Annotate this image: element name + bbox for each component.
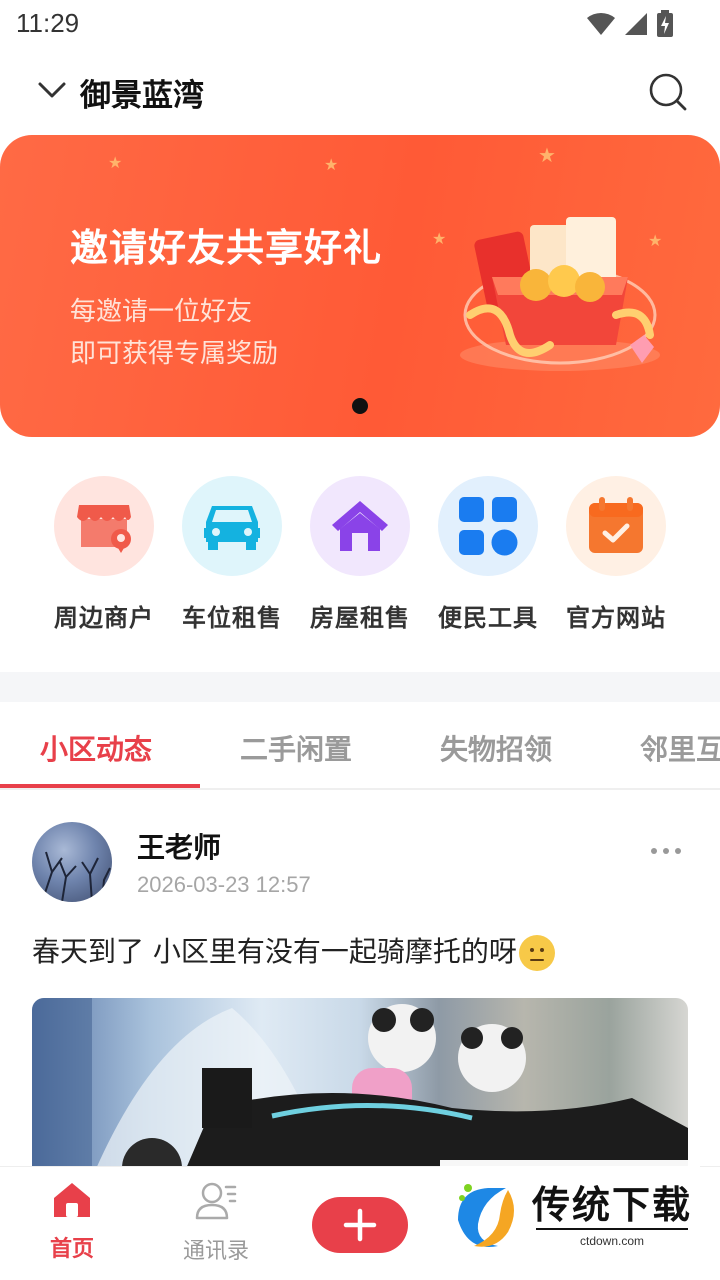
avatar-photo <box>41 851 111 902</box>
banner-subtitle: 每邀请一位好友 <box>70 297 253 327</box>
wifi-icon <box>587 12 615 35</box>
tab-lost-found[interactable]: 失物招领 <box>440 728 552 768</box>
section-divider <box>0 672 720 702</box>
grid-icon <box>459 497 518 556</box>
star-decoration: ★ <box>108 153 123 172</box>
status-time: 11:29 <box>16 8 80 38</box>
quick-action-label: 房屋租售 <box>310 604 410 632</box>
nav-home[interactable]: 首页 <box>22 1181 122 1263</box>
search-icon[interactable] <box>648 72 688 112</box>
house-icon <box>332 501 388 551</box>
quick-action-label: 官方网站 <box>566 604 666 632</box>
nav-contacts-label: 通讯录 <box>182 1239 249 1264</box>
motorcycle-photo <box>32 998 688 1178</box>
add-post-button[interactable] <box>312 1197 408 1253</box>
status-icons <box>586 10 674 38</box>
watermark-logo <box>458 1184 514 1247</box>
banner-subtitle: 即可获得专属奖励 <box>70 339 279 369</box>
carousel-indicator[interactable] <box>352 398 368 414</box>
car-icon <box>204 506 260 550</box>
tab-second-hand[interactable]: 二手闲置 <box>240 728 352 768</box>
top-header: 御景蓝湾 <box>0 52 720 132</box>
post-timestamp: 2026-03-23 12:57 <box>137 872 311 897</box>
nav-home-label: 首页 <box>49 1237 94 1262</box>
community-title[interactable]: 御景蓝湾 <box>80 70 204 115</box>
post-author[interactable]: 王老师 <box>137 826 221 866</box>
contacts-icon <box>195 1182 237 1220</box>
feed-tabs: 小区动态 二手闲置 失物招领 邻里互 <box>0 702 720 790</box>
tab-community-news[interactable]: 小区动态 <box>40 728 152 768</box>
quick-actions: 周边商户 车位租售 房屋租售 便民工具 官方网站 <box>0 476 720 636</box>
watermark: 传统下载 ctdown.com <box>440 1160 700 1264</box>
calendar-icon <box>589 497 643 553</box>
active-tab-indicator <box>0 784 200 788</box>
quick-action-housing[interactable]: 房屋租售 <box>296 476 424 633</box>
star-decoration: ★ <box>538 143 556 167</box>
store-icon <box>77 505 131 553</box>
housing-icon-circle <box>310 476 410 576</box>
more-options-icon[interactable] <box>646 836 686 866</box>
quick-action-label: 周边商户 <box>54 604 154 632</box>
quick-action-label: 便民工具 <box>438 604 538 632</box>
quick-action-merchants[interactable]: 周边商户 <box>40 476 168 633</box>
quick-action-website[interactable]: 官方网站 <box>552 476 680 633</box>
post-text: 春天到了 小区里有没有一起骑摩托的呀 <box>32 935 517 968</box>
tab-neighbor-help[interactable]: 邻里互 <box>640 728 720 768</box>
watermark-brand: 传统下载 <box>532 1183 693 1227</box>
quick-action-parking[interactable]: 车位租售 <box>168 476 296 633</box>
emoji-icon <box>518 935 555 971</box>
post-content: 春天到了 小区里有没有一起骑摩托的呀 <box>32 930 555 971</box>
banner-title: 邀请好友共享好礼 <box>70 226 383 270</box>
status-bar: 11:29 <box>0 0 720 52</box>
watermark-url: ctdown.com <box>536 1228 688 1248</box>
avatar[interactable] <box>32 822 112 902</box>
gift-box-illustration <box>460 217 660 371</box>
quick-action-label: 车位租售 <box>182 604 282 632</box>
post-photo[interactable] <box>32 998 688 1178</box>
battery-icon <box>657 10 673 37</box>
merchant-icon-circle <box>54 476 154 576</box>
tools-icon-circle <box>438 476 538 576</box>
promo-banner[interactable]: ★ ★ ★ ★ ★ 邀请好友共享好礼 每邀请一位好友 即可获得专属奖励 <box>0 135 720 437</box>
parking-icon-circle <box>182 476 282 576</box>
nav-contacts[interactable]: 通讯录 <box>166 1181 266 1265</box>
home-icon <box>54 1183 90 1217</box>
signal-icon <box>625 13 647 35</box>
chevron-down-icon[interactable] <box>36 74 68 106</box>
app-screen: 11:29 御景蓝湾 ★ ★ ★ ★ ★ 邀请好友共享好礼 每邀请一位好友 即可… <box>0 0 720 1280</box>
plus-icon <box>343 1208 377 1242</box>
quick-action-tools[interactable]: 便民工具 <box>424 476 552 633</box>
website-icon-circle <box>566 476 666 576</box>
star-decoration: ★ <box>324 155 339 174</box>
